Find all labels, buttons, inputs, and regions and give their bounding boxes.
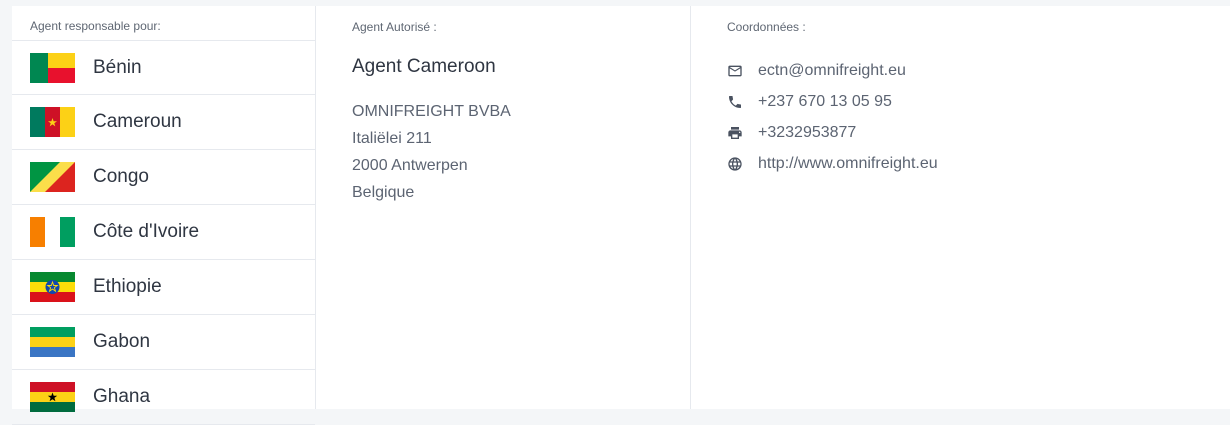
country-name: Côte d'Ivoire (93, 221, 200, 242)
country-item-cameroon[interactable]: Cameroun (12, 95, 315, 150)
phone-icon (727, 94, 743, 110)
contact-website[interactable]: http://www.omnifreight.eu (727, 148, 1230, 179)
contact-section-title: Coordonnées : (727, 20, 806, 34)
country-item-ghana[interactable]: Ghana (12, 370, 315, 425)
authorized-agent-column: Agent Autorisé : Agent Cameroon OMNIFREI… (316, 6, 691, 409)
ghana-flag-icon (30, 382, 75, 412)
agent-address: OMNIFREIGHT BVBA Italiëlei 211 2000 Antw… (352, 98, 690, 206)
ethiopia-flag-icon (30, 272, 75, 302)
country-item-congo[interactable]: Congo (12, 150, 315, 205)
country-name: Congo (93, 166, 149, 187)
congo-flag-icon (30, 162, 75, 192)
globe-icon (727, 156, 743, 172)
address-line: OMNIFREIGHT BVBA (352, 103, 511, 120)
gabon-flag-icon (30, 327, 75, 357)
country-item-ivory-coast[interactable]: Côte d'Ivoire (12, 205, 315, 260)
cameroon-flag-icon (30, 107, 75, 137)
benin-flag-icon (30, 52, 75, 83)
contact-email[interactable]: ectn@omnifreight.eu (727, 55, 1230, 86)
country-name: Cameroun (93, 111, 182, 132)
country-name: Bénin (93, 56, 142, 78)
phone-value: +237 670 13 05 95 (758, 92, 892, 110)
authorized-agent-section-title: Agent Autorisé : (352, 20, 437, 34)
fax-icon (727, 125, 743, 141)
country-name: Gabon (93, 331, 151, 352)
email-icon (727, 63, 743, 79)
ivory-coast-flag-icon (30, 217, 75, 247)
address-line: Italiëlei 211 (352, 130, 432, 147)
contact-fax: +3232953877 (727, 117, 1230, 148)
agent-card: Agent responsable pour: Bénin Cameroun C… (12, 6, 1230, 425)
country-item-gabon[interactable]: Gabon (12, 315, 315, 370)
address-line: 2000 Antwerpen (352, 157, 468, 174)
countries-section-title: Agent responsable pour: (30, 19, 161, 33)
contact-list: ectn@omnifreight.eu +237 670 13 05 95 +3… (727, 55, 1230, 179)
contact-column: Coordonnées : ectn@omnifreight.eu +237 6… (691, 6, 1230, 409)
country-name: Ghana (93, 386, 151, 407)
country-name: Ethiopie (93, 276, 162, 297)
country-list: Bénin Cameroun Congo Côte d'Ivoire Ethio… (12, 40, 315, 425)
contact-phone[interactable]: +237 670 13 05 95 (727, 86, 1230, 117)
fax-value: +3232953877 (758, 123, 857, 141)
email-value: ectn@omnifreight.eu (758, 61, 906, 79)
countries-column: Agent responsable pour: Bénin Cameroun C… (12, 6, 316, 425)
address-line: Belgique (352, 184, 415, 201)
agent-name: Agent Cameroon (352, 56, 496, 77)
country-item-ethiopia[interactable]: Ethiopie (12, 260, 315, 315)
country-item-benin[interactable]: Bénin (12, 40, 315, 95)
website-link[interactable]: http://www.omnifreight.eu (758, 155, 938, 173)
